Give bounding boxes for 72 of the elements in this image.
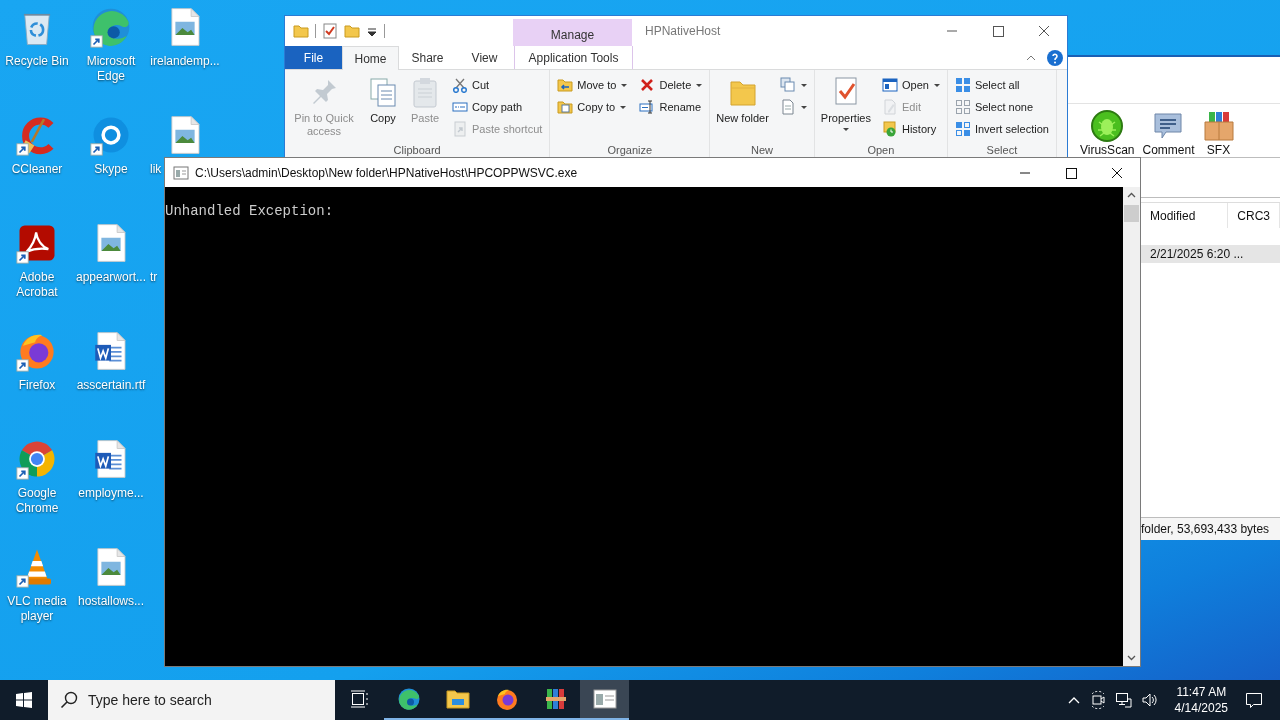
file-row[interactable]: 2/21/2025 6:20 ... [1141, 245, 1280, 263]
ribbon-button[interactable]: Move to [554, 74, 631, 96]
notification-icon[interactable] [1244, 690, 1264, 710]
box-icon [1202, 110, 1235, 142]
path-icon [452, 99, 468, 115]
speaker-icon[interactable] [1140, 691, 1159, 709]
ribbon-tab[interactable]: Application Tools [514, 46, 633, 69]
select-all-icon [954, 77, 971, 93]
toolbar-button[interactable]: Comment [1142, 110, 1195, 157]
select-none-icon [954, 99, 971, 115]
delete-icon [639, 77, 656, 93]
search-field[interactable]: Type here to search [48, 680, 335, 720]
help-icon[interactable] [1047, 49, 1063, 66]
history-icon [882, 121, 898, 137]
group-label: New [750, 144, 775, 158]
rename-icon [639, 99, 656, 115]
ribbon-button[interactable]: Copy to [554, 96, 631, 118]
ribbon-tab[interactable]: Home [342, 46, 399, 70]
ribbon-button[interactable]: Delete [636, 74, 706, 96]
ribbon-button[interactable]: Cut [449, 74, 546, 96]
search-icon [60, 691, 78, 709]
toolbar-button[interactable]: VirusScan [1080, 110, 1135, 157]
group-label: Organize [606, 144, 654, 158]
toolbar-button[interactable]: SFX [1202, 110, 1235, 157]
copy-items-icon [779, 77, 796, 93]
windows-logo-icon [16, 692, 32, 708]
column-header[interactable]: CRC3 [1228, 203, 1280, 228]
ribbon-tab[interactable]: View [456, 46, 513, 69]
app-icon[interactable] [90, 6, 132, 48]
copy-icon [367, 76, 399, 108]
folder-icon [445, 687, 470, 711]
console-app-icon [592, 687, 617, 711]
window-title: C:\Users\admin\Desktop\New folder\HPNativeHost\HPCOPPWSVC.exe [195, 165, 578, 180]
ribbon-tab[interactable]: File [285, 46, 342, 69]
invert-selection-icon [954, 121, 971, 137]
ribbon-button[interactable]: Copy path [449, 96, 546, 118]
taskbar-app-button[interactable] [580, 680, 629, 720]
bug-icon [1091, 110, 1124, 142]
books-icon [543, 687, 568, 711]
edit-icon [882, 99, 898, 115]
ribbon-button[interactable]: Select none [951, 96, 1052, 118]
ribbon-button[interactable]: Copy [365, 74, 401, 125]
scissors-icon [452, 77, 468, 93]
table-cell: 2/21/2025 6:20 ... [1150, 247, 1244, 261]
app-icon [494, 687, 519, 711]
ribbon-button[interactable]: History [879, 118, 943, 140]
clock[interactable]: 11:47 AM 4/14/2025 [1166, 684, 1236, 716]
shortcut-file-icon [452, 121, 468, 137]
scrollbar[interactable] [1123, 187, 1140, 666]
group-label: Select [985, 144, 1019, 158]
checklist-icon[interactable] [322, 23, 338, 39]
console-text: Unhandled Exception: [165, 203, 335, 220]
context-tab-header: Manage [513, 19, 632, 46]
window-title: HPNativeHost [644, 23, 722, 40]
app-icon [396, 687, 421, 711]
ribbon-button[interactable]: Properties [818, 74, 873, 131]
move-folder-icon [557, 77, 574, 93]
copy-folder-icon [557, 99, 574, 115]
ribbon-tab[interactable]: Share [399, 46, 456, 69]
network-icon[interactable] [1114, 691, 1133, 709]
group-label: Clipboard [392, 144, 442, 158]
new-item-icon [779, 99, 796, 115]
ribbon-button[interactable]: Rename [636, 96, 706, 118]
ribbon-button[interactable]: Select all [951, 74, 1052, 96]
ribbon-button[interactable]: Open [879, 74, 943, 96]
ribbon-button[interactable]: New folder [714, 74, 771, 125]
ribbon-button[interactable]: Invert selection [951, 118, 1052, 140]
console-app-icon [173, 164, 189, 181]
group-label: Open [866, 144, 896, 158]
task-view-icon [349, 689, 370, 709]
scroll-thumb[interactable] [1124, 205, 1139, 222]
open-icon [882, 77, 898, 93]
